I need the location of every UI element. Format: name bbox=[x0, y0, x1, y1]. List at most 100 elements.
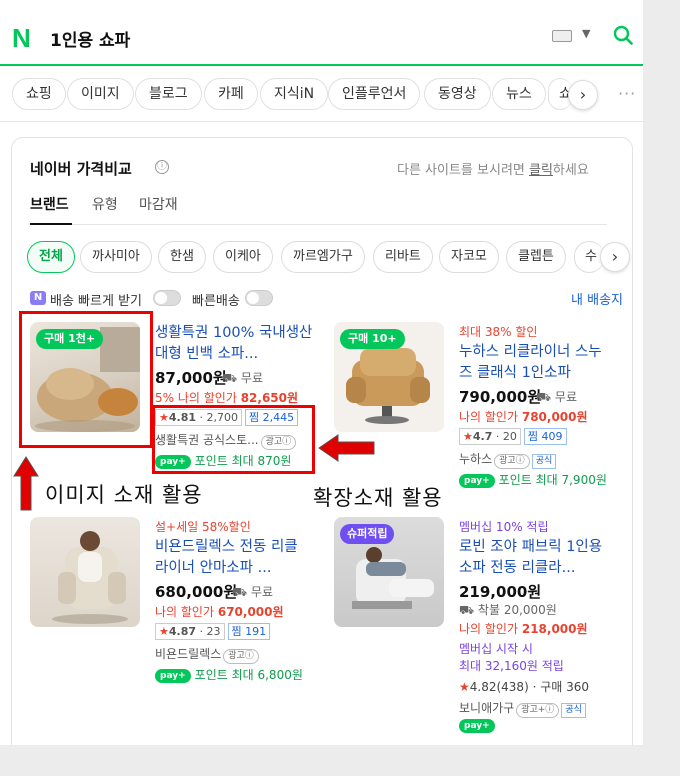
store-name[interactable]: 누하스 bbox=[459, 452, 492, 466]
shipping-text: 무료 bbox=[250, 585, 274, 599]
product-title[interactable]: 누하스 리클라이너 스누즈 클래식 1인소파 bbox=[459, 342, 614, 384]
discount-price: 218,000원 bbox=[521, 622, 588, 636]
npay-point: pay+ bbox=[459, 718, 499, 733]
arrow-left-icon bbox=[318, 434, 375, 462]
ad-tag[interactable]: 광고ⓘ bbox=[223, 649, 259, 664]
search-input[interactable]: 1인용 쇼파 bbox=[50, 26, 130, 51]
npay-logo-icon: pay+ bbox=[459, 474, 495, 488]
store-name[interactable]: 비욘드릴렉스 bbox=[155, 647, 221, 661]
tab-images[interactable]: 이미지 bbox=[67, 78, 134, 110]
ad-tag[interactable]: 광고+ⓘ bbox=[516, 703, 560, 718]
store-name[interactable]: 보니애가구 bbox=[459, 701, 514, 715]
star-icon: ★ bbox=[159, 625, 169, 638]
my-discount: 나의 할인가 218,000원 bbox=[459, 620, 588, 637]
tab-blog[interactable]: 블로그 bbox=[135, 78, 202, 110]
chevron-down-icon[interactable]: ▼ bbox=[582, 27, 590, 40]
delivery-badge-icon: N bbox=[30, 291, 46, 305]
tab-shopping[interactable]: 쇼핑 bbox=[12, 78, 66, 110]
discount-label: 나의 할인가 bbox=[459, 622, 519, 636]
npay-point: pay+ 포인트 최대 6,800원 bbox=[155, 666, 303, 683]
tab-news[interactable]: 뉴스 bbox=[492, 78, 546, 110]
arrow-up-icon bbox=[13, 456, 39, 511]
brand-chip-klepton[interactable]: 클렙튼 bbox=[506, 241, 566, 273]
tab-kin[interactable]: 지식iN bbox=[260, 78, 329, 110]
zzim-count[interactable]: 찜 191 bbox=[227, 623, 271, 640]
brand-chip-jakomo[interactable]: 자코모 bbox=[439, 241, 499, 273]
annotation-extension: 확장소재 활용 bbox=[313, 486, 443, 510]
product-price: 219,000원 bbox=[459, 583, 542, 601]
subtab-brand[interactable]: 브랜드 bbox=[30, 194, 69, 214]
product-title[interactable]: 생활특권 100% 국내생산 대형 빈백 소파... bbox=[155, 323, 315, 365]
super-reward-badge: 슈퍼적립 bbox=[340, 524, 395, 544]
shipping-text: 무료 bbox=[554, 390, 578, 404]
purchase-count-badge: 구매 10+ bbox=[340, 329, 405, 349]
my-discount: 5% 나의 할인가 82,650원 bbox=[155, 389, 298, 406]
tab-video[interactable]: 동영상 bbox=[424, 78, 491, 110]
membership-reward: 최대 32,160원 적립 bbox=[459, 659, 564, 673]
subtab-finish[interactable]: 마감재 bbox=[139, 194, 178, 214]
image-highlight-box bbox=[19, 311, 153, 448]
fast-delivery-label: 배송 빠르게 받기 bbox=[50, 294, 142, 309]
chevron-right-icon[interactable]: › bbox=[568, 80, 598, 110]
other-site-hint: 다른 사이트를 보시려면 클릭하세요 bbox=[397, 159, 589, 178]
promo-label: 최대 38% 할인 bbox=[459, 325, 538, 339]
keyboard-icon[interactable] bbox=[552, 30, 572, 42]
annotation-image: 이미지 소재 활용 bbox=[45, 483, 203, 507]
my-discount: 나의 할인가 670,000원 bbox=[155, 603, 284, 620]
discount-label: 5% 나의 할인가 bbox=[155, 391, 237, 405]
product-price: 87,000원 bbox=[155, 369, 227, 387]
discount-price: 82,650원 bbox=[240, 391, 299, 405]
massage-chair-illustration bbox=[52, 531, 128, 624]
subtab-type[interactable]: 유형 bbox=[92, 194, 118, 214]
brand-chip-all[interactable]: 전체 bbox=[27, 241, 75, 273]
subtab-active-indicator bbox=[30, 223, 72, 225]
brand-chip-hanssem[interactable]: 한샘 bbox=[158, 241, 206, 273]
official-tag: 공식 bbox=[531, 454, 557, 469]
store-info: 비욘드릴렉스 광고ⓘ bbox=[155, 645, 259, 664]
tab-influencer[interactable]: 인플루언서 bbox=[328, 78, 421, 110]
shipping-info: ⛟ 착불 20,000원 bbox=[459, 603, 557, 617]
other-site-link[interactable]: 클릭 bbox=[529, 163, 553, 178]
rating-value: 4.7 bbox=[472, 430, 493, 443]
my-address-link[interactable]: 내 배송지 bbox=[571, 289, 623, 308]
product-title[interactable]: 비욘드릴렉스 전동 리클라이너 안마소파 ... bbox=[155, 537, 310, 579]
point-text: 포인트 최대 6,800원 bbox=[194, 668, 303, 682]
promo-label: 설+세일 58%할인 bbox=[155, 520, 251, 534]
review-count: 23 bbox=[206, 625, 221, 638]
zzim-count[interactable]: 찜 409 bbox=[523, 428, 567, 445]
store-info: 누하스 광고ⓘ 공식 bbox=[459, 450, 557, 469]
search-tabs: 쇼핑 이미지 블로그 카페 지식iN 인플루언서 동영상 뉴스 쇼 › ··· bbox=[0, 68, 643, 122]
quick-delivery-toggle[interactable] bbox=[245, 290, 273, 306]
product-title[interactable]: 로빈 조야 패브릭 1인용 소파 전동 리클라... bbox=[459, 537, 614, 579]
rating-value: 4.87 bbox=[168, 625, 197, 638]
ad-tag[interactable]: 광고ⓘ bbox=[494, 454, 530, 469]
chevron-right-icon[interactable]: › bbox=[600, 242, 630, 272]
shipping-info: ⛟ 무료 bbox=[222, 371, 264, 385]
discount-label: 나의 할인가 bbox=[155, 605, 215, 619]
star-icon: ★ bbox=[459, 680, 470, 694]
rating-row: ★4.87 · 23 찜 191 bbox=[155, 623, 271, 640]
tab-cafe[interactable]: 카페 bbox=[204, 78, 258, 110]
shipping-info: ⛟ 무료 bbox=[536, 390, 578, 404]
brand-chip-livart[interactable]: 리바트 bbox=[373, 241, 433, 273]
my-discount: 나의 할인가 780,000원 bbox=[459, 408, 588, 425]
rating-row: ★4.7 · 20 찜 409 bbox=[459, 428, 567, 445]
membership-start: 멤버십 시작 시 bbox=[459, 642, 533, 656]
shipping-info: ⛟ 무료 bbox=[232, 585, 274, 599]
extension-highlight-box bbox=[152, 405, 315, 474]
other-hint-suffix: 하세요 bbox=[552, 163, 589, 178]
brand-chip-casamia[interactable]: 까사미아 bbox=[80, 241, 152, 273]
search-icon[interactable] bbox=[613, 25, 633, 45]
info-icon[interactable]: ⓘ bbox=[155, 160, 169, 174]
naver-logo[interactable]: N bbox=[12, 23, 31, 54]
brand-chip-ikea[interactable]: 이케아 bbox=[213, 241, 273, 273]
rating-row: ★4.82(438) · 구매 360 bbox=[459, 678, 589, 695]
rating-line: 4.82(438) · 구매 360 bbox=[469, 680, 589, 694]
fast-delivery-toggle[interactable] bbox=[153, 290, 181, 306]
product-image-massage-recliner[interactable] bbox=[30, 517, 140, 627]
product-price: 790,000원 bbox=[459, 388, 542, 406]
more-icon[interactable]: ··· bbox=[618, 84, 636, 103]
panel-title: 네이버 가격비교 bbox=[30, 160, 132, 178]
brand-chip-carrem[interactable]: 까르엠가구 bbox=[281, 241, 365, 273]
promo-label: 멤버십 10% 적립 bbox=[459, 520, 549, 534]
